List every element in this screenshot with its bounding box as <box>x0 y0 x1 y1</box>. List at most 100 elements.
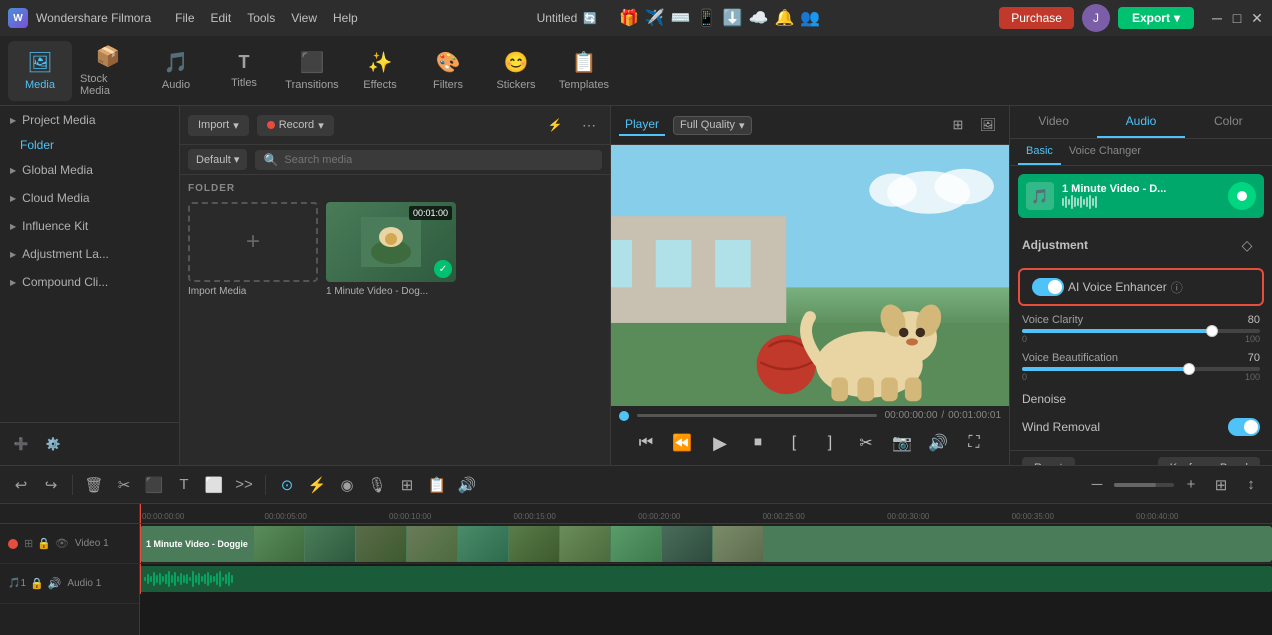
sidebar-item-folder[interactable]: Folder <box>0 134 179 156</box>
maximize-button[interactable]: □ <box>1230 11 1244 25</box>
reset-button[interactable]: Reset <box>1022 457 1075 465</box>
track-eye-icon[interactable]: 👁 <box>55 537 69 550</box>
redo-button[interactable]: ↪ <box>38 472 64 498</box>
razor-button[interactable]: ✂ <box>111 472 137 498</box>
icon-mobile[interactable]: 📱 <box>697 8 717 28</box>
wind-removal-toggle[interactable] <box>1228 418 1260 436</box>
video-thumb[interactable]: 00:01:00 ✓ <box>326 202 456 282</box>
record-button[interactable]: Record ▾ <box>257 115 334 136</box>
copy-clip[interactable]: 📋 <box>424 472 450 498</box>
settings-button[interactable]: ⚙️ <box>40 431 66 457</box>
add-track-button[interactable]: ➕ <box>8 431 34 457</box>
user-avatar[interactable]: J <box>1082 4 1110 32</box>
image-view-button[interactable]: 🖼 <box>975 112 1001 138</box>
purchase-button[interactable]: Purchase <box>999 7 1074 29</box>
motion-button[interactable]: ⚡ <box>304 472 330 498</box>
toolbar-media[interactable]: 🖼 Media <box>8 41 72 101</box>
tab-audio[interactable]: Audio <box>1097 106 1184 138</box>
ai-voice-help-icon[interactable]: ⓘ <box>1171 279 1183 296</box>
clip-settings[interactable]: ⊞ <box>394 472 420 498</box>
tab-player[interactable]: Player <box>619 114 665 136</box>
icon-keyboard[interactable]: ⌨️ <box>671 8 691 28</box>
snap-button[interactable]: ⊙ <box>274 472 300 498</box>
media-item-import[interactable]: + Import Media <box>188 202 318 297</box>
layout-button[interactable]: ⊞ <box>1208 472 1234 498</box>
sidebar-item-compound[interactable]: ▶ Compound Cli... <box>0 268 179 296</box>
sidebar-item-adjustment[interactable]: ▶ Adjustment La... <box>0 240 179 268</box>
undo-button[interactable]: ↩ <box>8 472 34 498</box>
text-button[interactable]: T <box>171 472 197 498</box>
crop-button[interactable]: ⬛ <box>141 472 167 498</box>
filter-button[interactable]: ⚡ <box>542 112 568 138</box>
grid-view-button[interactable]: ⊞ <box>945 112 971 138</box>
zoom-in-button[interactable]: + <box>1178 472 1204 498</box>
progress-track[interactable] <box>637 414 877 417</box>
icon-download[interactable]: ⬇️ <box>723 8 743 28</box>
sidebar-item-project-media[interactable]: ▶ Project Media <box>0 106 179 134</box>
toolbar-filters[interactable]: 🎨 Filters <box>416 41 480 101</box>
menu-help[interactable]: Help <box>333 11 358 25</box>
audio-detach[interactable]: 🔊 <box>454 472 480 498</box>
more-options-button[interactable]: ⋯ <box>576 112 602 138</box>
icon-share[interactable]: ✈️ <box>645 8 665 28</box>
narration-button[interactable]: 🎙 <box>364 472 390 498</box>
icon-bell[interactable]: 🔔 <box>775 8 795 28</box>
toolbar-stock-media[interactable]: 📦 Stock Media <box>76 41 140 101</box>
keyframe-button[interactable]: Keyframe Panel <box>1158 457 1260 465</box>
play-button[interactable]: ▶ <box>706 429 734 457</box>
icon-cloud[interactable]: ☁️ <box>749 8 769 28</box>
minimize-button[interactable]: ─ <box>1210 11 1224 25</box>
more-tools-button[interactable]: >> <box>231 472 257 498</box>
mark-in-button[interactable]: [ <box>782 431 806 455</box>
track-lock-icon[interactable]: 🔒 <box>37 537 51 550</box>
voice-clarity-track[interactable] <box>1022 329 1260 333</box>
transform-button[interactable]: ⬜ <box>201 472 227 498</box>
menu-file[interactable]: File <box>175 11 194 25</box>
auto-button[interactable]: ◉ <box>334 472 360 498</box>
close-button[interactable]: ✕ <box>1250 11 1264 25</box>
tab-color[interactable]: Color <box>1185 106 1272 138</box>
sidebar-item-influence-kit[interactable]: ▶ Influence Kit <box>0 212 179 240</box>
sort-select[interactable]: Default ▾ <box>188 149 247 170</box>
audio-lock-icon[interactable]: 🔒 <box>30 577 44 590</box>
export-button[interactable]: Export ▾ <box>1118 7 1194 29</box>
sidebar-item-global-media[interactable]: ▶ Global Media <box>0 156 179 184</box>
search-input[interactable] <box>284 154 594 166</box>
progress-indicator[interactable] <box>619 411 629 421</box>
sidebar-item-cloud-media[interactable]: ▶ Cloud Media <box>0 184 179 212</box>
import-thumb[interactable]: + <box>188 202 318 282</box>
zoom-track[interactable] <box>1114 483 1174 487</box>
stop-button[interactable]: ⏹ <box>746 431 770 455</box>
audio-clip[interactable] <box>140 566 1272 592</box>
toolbar-templates[interactable]: 📋 Templates <box>552 41 616 101</box>
icon-users[interactable]: 👥 <box>800 8 820 28</box>
split-button[interactable]: ✂ <box>854 431 878 455</box>
mark-out-button[interactable]: ] <box>818 431 842 455</box>
ai-voice-toggle[interactable] <box>1032 278 1064 296</box>
toolbar-audio[interactable]: 🎵 Audio <box>144 41 208 101</box>
skip-back-button[interactable]: ⏮ <box>634 431 658 455</box>
delete-button[interactable]: 🗑 <box>81 472 107 498</box>
expand-button[interactable]: ↕ <box>1238 472 1264 498</box>
voice-beautification-track[interactable] <box>1022 367 1260 371</box>
subtab-basic[interactable]: Basic <box>1018 139 1061 165</box>
import-button[interactable]: Import ▾ <box>188 115 249 136</box>
zoom-out-button[interactable]: ─ <box>1084 472 1110 498</box>
menu-edit[interactable]: Edit <box>211 11 232 25</box>
menu-tools[interactable]: Tools <box>247 11 275 25</box>
audio-mute-icon[interactable]: 🔊 <box>48 577 62 590</box>
frame-back-button[interactable]: ⏪ <box>670 431 694 455</box>
media-item-video[interactable]: 00:01:00 ✓ 1 Minute Video - Dog... <box>326 202 456 297</box>
toolbar-stickers[interactable]: 😊 Stickers <box>484 41 548 101</box>
fullscreen-button[interactable]: ⛶ <box>962 431 986 455</box>
toolbar-transitions[interactable]: ⬛ Transitions <box>280 41 344 101</box>
adjustment-expand-button[interactable]: ◇ <box>1234 232 1260 258</box>
snapshot-button[interactable]: 📷 <box>890 431 914 455</box>
track-add-icon[interactable]: ⊞ <box>24 537 33 550</box>
quality-select[interactable]: Full Quality ▾ <box>673 116 752 135</box>
toolbar-titles[interactable]: T Titles <box>212 41 276 101</box>
toolbar-effects[interactable]: ✨ Effects <box>348 41 412 101</box>
voice-beautification-thumb[interactable] <box>1183 363 1195 375</box>
video-clip[interactable]: 1 Minute Video - Doggie <box>140 526 1272 562</box>
audio-button[interactable]: 🔊 <box>926 431 950 455</box>
